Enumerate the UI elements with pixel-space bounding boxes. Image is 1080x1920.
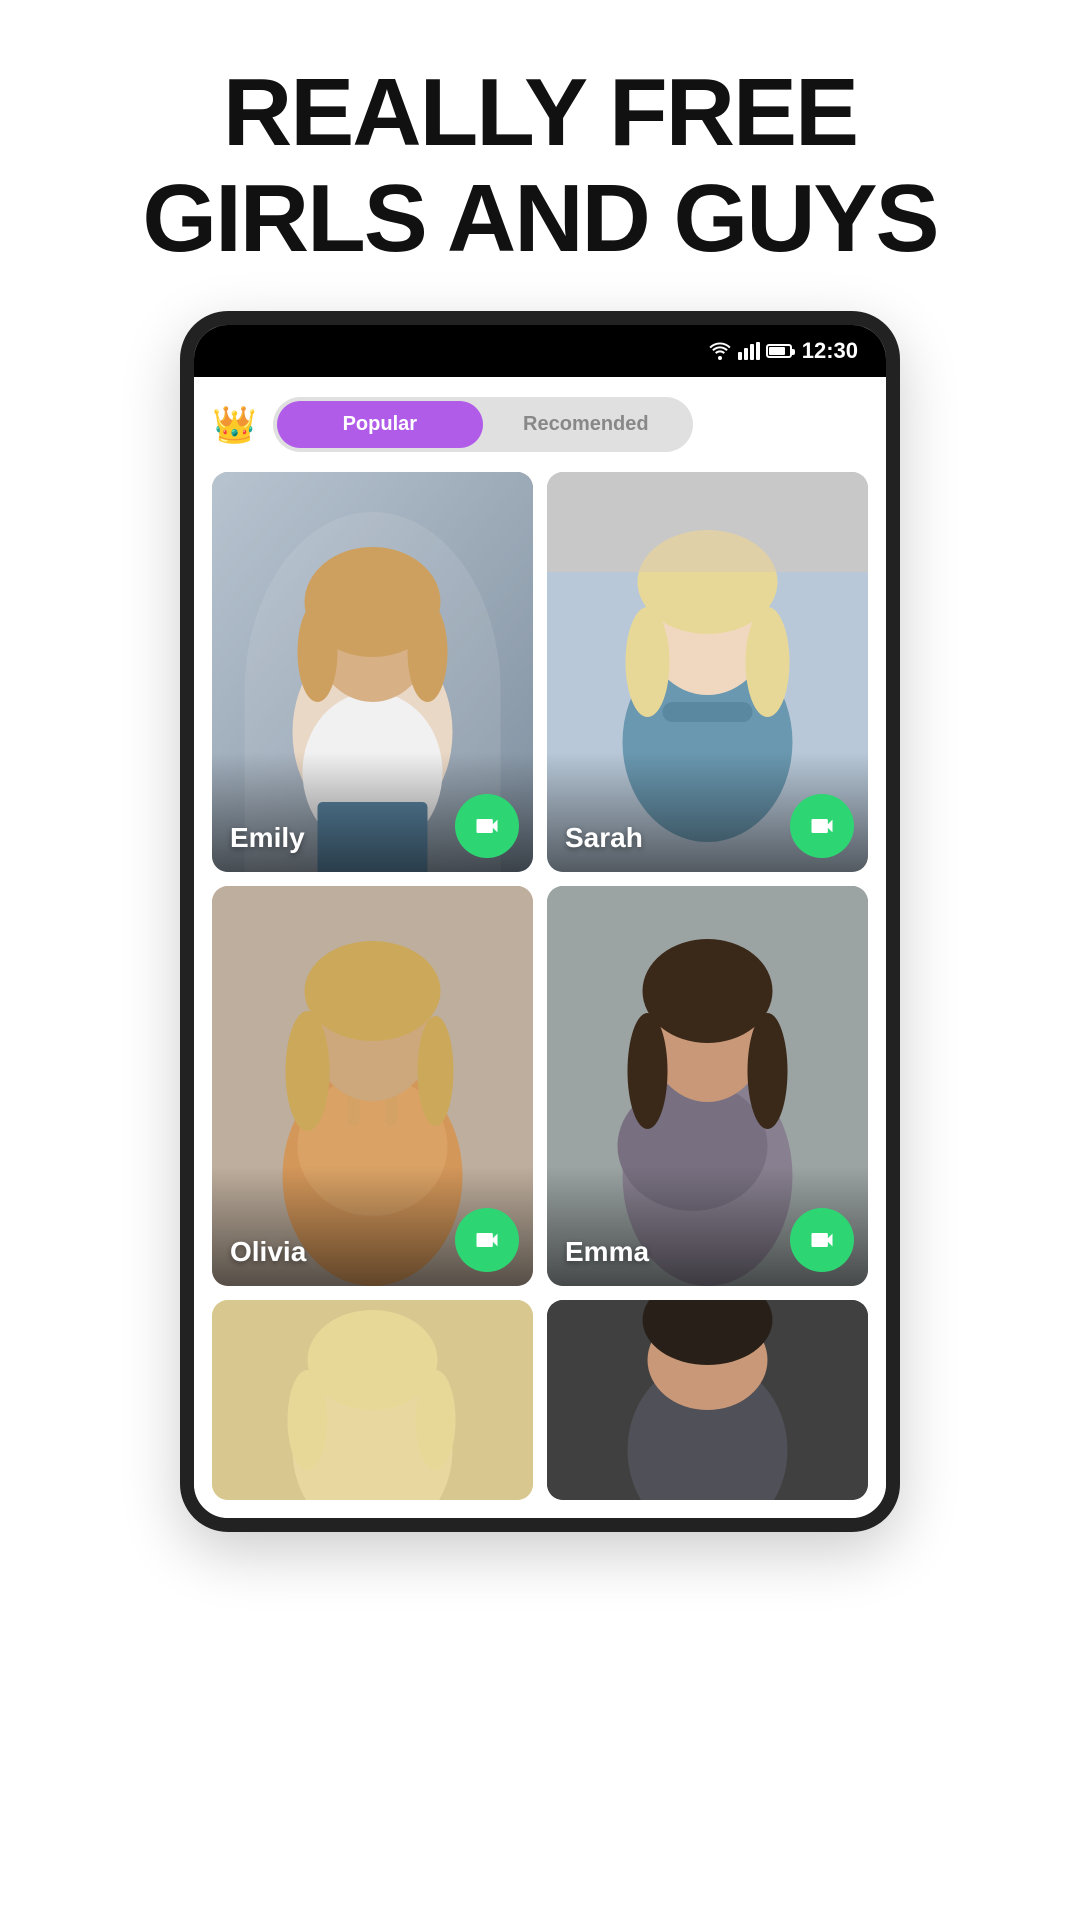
video-camera-icon [473,812,501,840]
app-headline: REALLY FREE GIRLS AND GUYS [102,0,977,311]
status-bar: 12:30 [194,325,886,377]
olivia-video-button[interactable] [455,1208,519,1272]
crown-icon: 👑 [212,404,257,446]
tab-popular[interactable]: Popular [277,401,483,448]
headline-line2: GIRLS AND GUYS [142,165,937,272]
profile-card-olivia[interactable]: Olivia [212,886,533,1286]
phone-frame: 12:30 👑 Popular Recomended [180,311,900,1532]
wifi-icon [708,342,732,360]
status-time: 12:30 [802,338,858,364]
app-content: 👑 Popular Recomended [194,377,886,1518]
emma-video-button[interactable] [790,1208,854,1272]
profile-card-partial1[interactable] [212,1300,533,1500]
profiles-grid: Emily [212,472,868,1500]
video-camera-icon-sarah [808,812,836,840]
sarah-name: Sarah [565,822,643,854]
tab-recommended[interactable]: Recomended [483,401,689,448]
olivia-name: Olivia [230,1236,306,1268]
headline-line1: REALLY FREE [223,59,857,166]
tab-switcher: Popular Recomended [273,397,693,452]
signal-icon [738,342,760,360]
emily-name: Emily [230,822,305,854]
status-icons [708,342,792,360]
sarah-video-button[interactable] [790,794,854,858]
profile-card-emma[interactable]: Emma [547,886,868,1286]
battery-icon [766,344,792,358]
partial1-photo [212,1300,533,1500]
emma-name: Emma [565,1236,649,1268]
emily-video-button[interactable] [455,794,519,858]
video-camera-icon-emma [808,1226,836,1254]
profile-card-sarah[interactable]: Sarah [547,472,868,872]
partial2-photo [547,1300,868,1500]
video-camera-icon-olivia [473,1226,501,1254]
profile-card-partial2[interactable] [547,1300,868,1500]
app-header: 👑 Popular Recomended [212,397,868,452]
profile-card-emily[interactable]: Emily [212,472,533,872]
